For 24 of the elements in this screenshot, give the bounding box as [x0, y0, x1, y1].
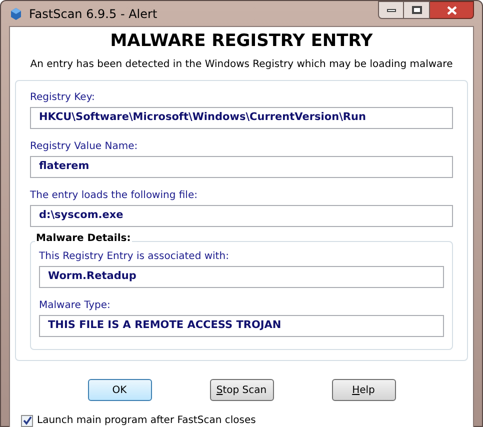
group-title: Malware Details: — [35, 234, 132, 244]
alert-description: An entry has been detected in the Windows Registry which may be loading malware — [29, 58, 454, 72]
maximize-button[interactable] — [404, 1, 430, 19]
field-label: Registry Value Name: — [30, 142, 139, 152]
value-field[interactable]: flaterem — [30, 156, 453, 178]
dialog-button[interactable]: Help — [332, 379, 396, 401]
value-field[interactable]: HKCU\Software\Microsoft\Windows\CurrentVersion\Run — [30, 107, 453, 129]
value-field[interactable]: Worm.Retadup — [39, 266, 444, 288]
value-field[interactable]: THIS FILE IS A REMOTE ACCESS TROJAN — [39, 315, 444, 337]
window-title: FastScan 6.9.5 - Alert — [29, 6, 158, 22]
launch-checkbox[interactable] — [21, 414, 33, 426]
dialog-button[interactable]: OK — [88, 379, 152, 401]
checkbox-label: Launch main program after FastScan closes — [37, 414, 256, 427]
field-label: Registry Key: — [30, 93, 96, 103]
field-label: This Registry Entry is associated with: — [39, 252, 230, 262]
alert-heading: MALWARE REGISTRY ENTRY — [109, 33, 374, 50]
close-button[interactable] — [430, 1, 474, 19]
dialog-button[interactable]: Stop Scan — [210, 379, 274, 401]
close-icon — [446, 6, 456, 14]
field-label: The entry loads the following file: — [30, 191, 198, 201]
minimize-button[interactable] — [378, 1, 404, 19]
app-icon — [9, 6, 23, 20]
value-field[interactable]: d:\syscom.exe — [30, 205, 453, 227]
field-label: Malware Type: — [39, 301, 112, 311]
